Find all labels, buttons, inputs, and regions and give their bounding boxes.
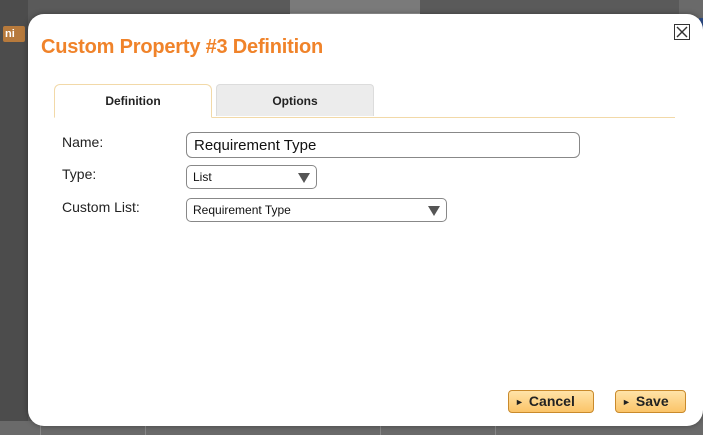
name-label: Name: bbox=[62, 134, 104, 150]
cancel-button-label: Cancel bbox=[528, 393, 575, 409]
save-button[interactable]: ► Save bbox=[615, 390, 686, 413]
dialog-title: Custom Property #3 Definition bbox=[41, 36, 324, 58]
play-icon: ► bbox=[622, 397, 631, 407]
type-label: Type: bbox=[62, 166, 97, 182]
tab-definition[interactable]: Definition bbox=[54, 84, 212, 118]
custom-list-select[interactable]: Requirement Type bbox=[186, 198, 447, 222]
dropdown-arrow-icon bbox=[428, 206, 440, 216]
backdrop-tab: ni bbox=[3, 26, 25, 42]
dropdown-arrow-icon bbox=[298, 173, 310, 183]
close-icon bbox=[676, 26, 688, 38]
play-icon: ► bbox=[515, 397, 524, 407]
custom-list-label: Custom List: bbox=[62, 199, 140, 215]
close-button[interactable] bbox=[674, 24, 690, 40]
cancel-button[interactable]: ► Cancel bbox=[508, 390, 594, 413]
type-select[interactable]: List bbox=[186, 165, 317, 189]
save-button-label: Save bbox=[635, 393, 669, 409]
custom-list-select-value: Requirement Type bbox=[193, 203, 291, 217]
tab-options[interactable]: Options bbox=[216, 84, 374, 116]
type-select-value: List bbox=[193, 170, 212, 184]
backdrop-top-bar bbox=[290, 0, 420, 14]
backdrop-left-panel bbox=[0, 0, 28, 435]
custom-property-dialog: Custom Property #3 Definition Definition… bbox=[28, 14, 703, 426]
name-input[interactable] bbox=[186, 132, 580, 158]
